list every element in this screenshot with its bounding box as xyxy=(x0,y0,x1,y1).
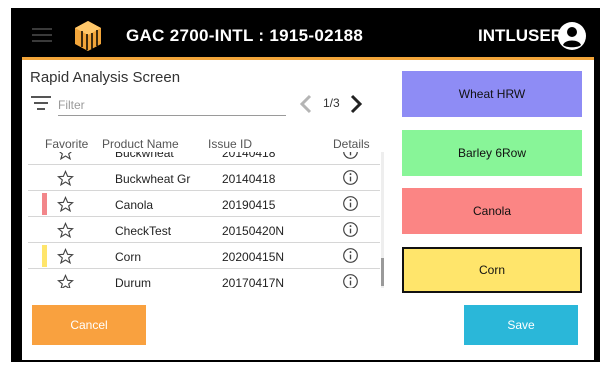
issue-id: 20200415N xyxy=(222,250,285,264)
issue-id: 20170417N xyxy=(222,276,285,288)
column-header-details: Details xyxy=(333,137,370,151)
product-name: Canola xyxy=(115,198,154,212)
product-name: Durum xyxy=(115,276,152,288)
column-header-issue-id: Issue ID xyxy=(208,137,253,151)
product-name: CheckTest xyxy=(115,224,172,238)
logo-icon xyxy=(75,21,101,51)
header-accent-line xyxy=(22,57,594,60)
row-color-marker xyxy=(42,219,47,241)
product-name: Buckwheat xyxy=(115,152,174,160)
row-color-marker xyxy=(42,245,47,267)
issue-id: 20150420N xyxy=(222,224,285,238)
table-row[interactable]: Buckwheat Gr 20140418 xyxy=(28,166,380,191)
user-account-icon[interactable] xyxy=(557,21,587,51)
product-button-barley-6row[interactable]: Barley 6Row xyxy=(402,130,582,176)
table-row[interactable]: Canola 20190415 xyxy=(28,192,380,217)
info-icon[interactable] xyxy=(342,152,359,160)
info-icon[interactable] xyxy=(342,221,359,238)
filter-input[interactable] xyxy=(58,94,286,116)
user-name: INTLUSER xyxy=(478,26,563,45)
info-icon[interactable] xyxy=(342,273,359,288)
row-color-marker xyxy=(42,167,47,189)
issue-id: 20140418 xyxy=(222,152,276,160)
star-icon[interactable] xyxy=(57,170,74,187)
chevron-right-icon[interactable] xyxy=(347,92,365,116)
column-header-product-name: Product Name xyxy=(102,137,179,151)
info-icon[interactable] xyxy=(342,169,359,186)
star-icon[interactable] xyxy=(57,152,74,161)
star-icon[interactable] xyxy=(57,274,74,288)
product-name: Buckwheat Gr xyxy=(115,172,191,186)
product-name: Corn xyxy=(115,250,142,264)
page-indicator: 1/3 xyxy=(323,96,340,110)
filter-icon[interactable] xyxy=(31,96,51,110)
info-icon[interactable] xyxy=(342,195,359,212)
menu-icon[interactable] xyxy=(32,28,52,42)
chevron-left-icon[interactable] xyxy=(297,92,315,116)
star-icon[interactable] xyxy=(57,248,74,265)
star-icon[interactable] xyxy=(57,196,74,213)
product-button-wheat-hrw[interactable]: Wheat HRW xyxy=(402,71,582,117)
row-color-marker xyxy=(42,271,47,288)
info-icon[interactable] xyxy=(342,247,359,264)
app-title: GAC 2700-INTL : 1915-02188 xyxy=(126,26,364,45)
product-button-corn[interactable]: Corn xyxy=(402,247,582,293)
save-button[interactable]: Save xyxy=(464,305,578,345)
table-row[interactable]: CheckTest 20150420N xyxy=(28,218,380,243)
star-icon[interactable] xyxy=(57,222,74,239)
table-row[interactable]: Corn 20200415N xyxy=(28,244,380,269)
table-row[interactable]: Durum 20170417N xyxy=(28,270,380,288)
table-scrollbar-thumb[interactable] xyxy=(381,258,384,286)
table-row[interactable]: Buckwheat 20140418 xyxy=(28,152,380,165)
product-button-canola[interactable]: Canola xyxy=(402,188,582,234)
issue-id: 20190415 xyxy=(222,198,276,212)
issue-id: 20140418 xyxy=(222,172,276,186)
page-title: Rapid Analysis Screen xyxy=(30,69,181,86)
row-color-marker xyxy=(42,193,47,215)
product-table[interactable]: Buckwheat 20140418 Buckwheat Gr 20140418… xyxy=(28,152,380,288)
column-header-favorite: Favorite xyxy=(45,137,89,151)
row-color-marker xyxy=(42,152,47,163)
cancel-button[interactable]: Cancel xyxy=(32,305,146,345)
